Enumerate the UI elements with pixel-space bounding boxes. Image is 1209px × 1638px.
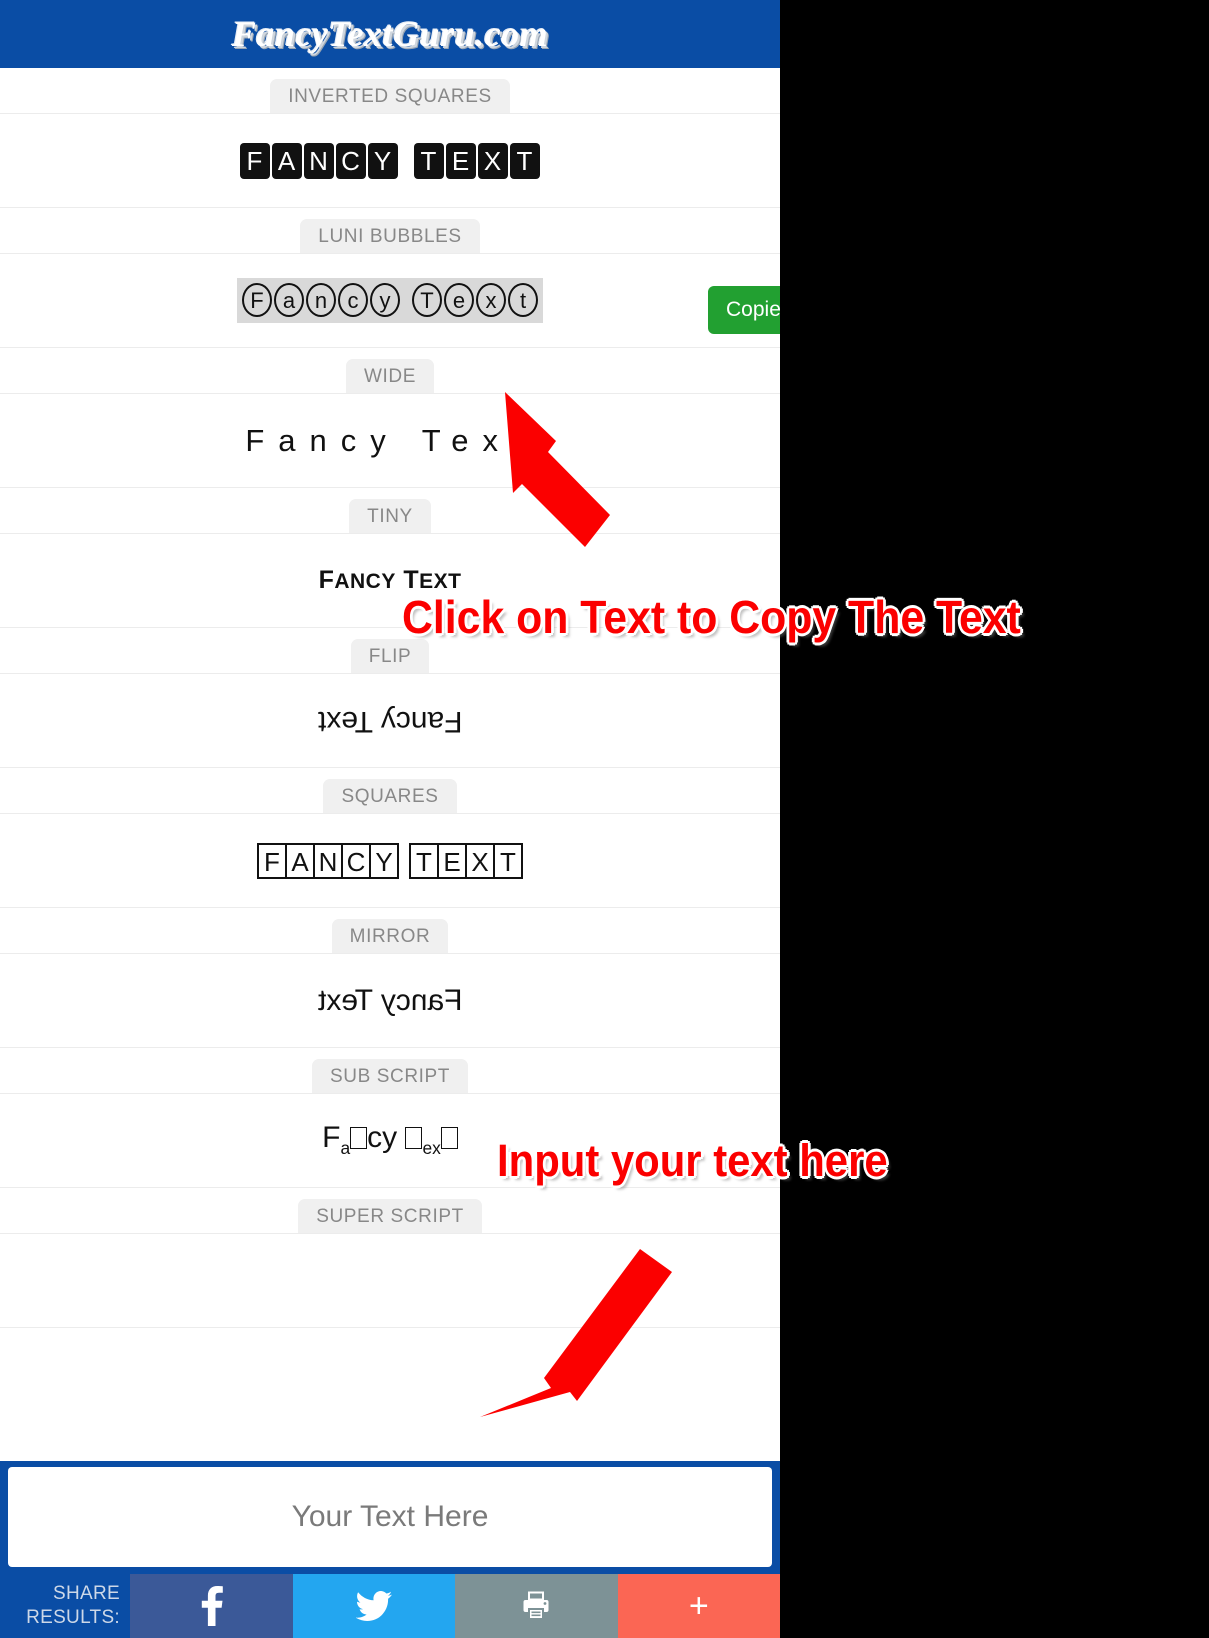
styles-list: INVERTED SQUARES FANCYTEXT LUNI BUBBLES … (0, 68, 780, 1328)
mirrored-text: Fancy Text (317, 983, 463, 1017)
style-sample-tiny[interactable]: FANCY TEXT (0, 533, 780, 628)
share-button-more[interactable]: + (617, 1574, 780, 1638)
style-block-squares: SQUARES FANCYTEXT (0, 768, 780, 908)
style-label-flip: FLIP (350, 639, 430, 673)
flipped-text: Fancy Text (317, 704, 463, 738)
twitter-icon (355, 1591, 392, 1621)
copied-toast: Copied (708, 286, 780, 334)
share-row: SHARE RESULTS: + (0, 1574, 780, 1638)
facebook-icon (198, 1586, 224, 1626)
style-label-row: LUNI BUBBLES (0, 208, 780, 253)
style-sample-wide[interactable]: Fancy Text (0, 393, 780, 488)
share-results-label: SHARE RESULTS: (0, 1574, 130, 1638)
style-label-wide: WIDE (345, 359, 434, 393)
text-input[interactable] (8, 1467, 772, 1567)
page-column: FancyTextGuru.com INVERTED SQUARES FANCY… (0, 0, 780, 1638)
style-block-sub-script: SUB SCRIPT Fa cy ex (0, 1048, 780, 1188)
share-label-line2: RESULTS: (26, 1607, 120, 1628)
share-button-twitter[interactable] (292, 1574, 455, 1638)
style-label-row: MIRROR (0, 908, 780, 953)
style-label-row: SUPER SCRIPT (0, 1188, 780, 1233)
share-button-print[interactable] (455, 1574, 618, 1638)
sample-text[interactable]: Fancy Text (245, 425, 534, 456)
style-label-row: INVERTED SQUARES (0, 68, 780, 113)
style-label-sub-script: SUB SCRIPT (311, 1059, 469, 1093)
style-label-squares: SQUARES (323, 779, 457, 813)
style-block-flip: FLIP Fancy Text (0, 628, 780, 768)
site-header: FancyTextGuru.com (0, 0, 780, 68)
style-sample-super-script[interactable] (0, 1233, 780, 1328)
sample-text[interactable]: Fancy Text (317, 704, 463, 738)
style-label-row: WIDE (0, 348, 780, 393)
sample-text[interactable]: FANCYTEXT (239, 142, 541, 179)
style-label-super-script: SUPER SCRIPT (298, 1199, 482, 1233)
style-label-mirror: MIRROR (331, 919, 449, 953)
style-block-wide: WIDE Fancy Text (0, 348, 780, 488)
style-sample-mirror[interactable]: Fancy Text (0, 953, 780, 1048)
style-block-inverted-squares: INVERTED SQUARES FANCYTEXT (0, 68, 780, 208)
style-label-inverted-squares: INVERTED SQUARES (270, 79, 510, 113)
style-sample-luni-bubbles[interactable]: FancyText (0, 253, 780, 348)
site-title: FancyTextGuru.com (231, 14, 549, 54)
sample-text[interactable]: FancyText (237, 278, 543, 323)
style-block-super-script: SUPER SCRIPT (0, 1188, 780, 1328)
style-label-row: FLIP (0, 628, 780, 673)
sample-text[interactable]: Fancy Text (317, 983, 463, 1017)
sample-text[interactable]: Fa cy ex (322, 1123, 458, 1157)
sample-text[interactable]: FANCY TEXT (319, 568, 462, 593)
style-label-tiny: TINY (349, 499, 431, 533)
share-button-facebook[interactable] (130, 1574, 293, 1638)
plus-icon: + (688, 1587, 709, 1625)
share-label-line1: SHARE (53, 1583, 120, 1605)
style-label-row: SUB SCRIPT (0, 1048, 780, 1093)
style-sample-inverted-squares[interactable]: FANCYTEXT (0, 113, 780, 208)
style-block-mirror: MIRROR Fancy Text (0, 908, 780, 1048)
style-sample-flip[interactable]: Fancy Text (0, 673, 780, 768)
style-label-luni-bubbles: LUNI BUBBLES (300, 219, 480, 253)
style-block-tiny: TINY FANCY TEXT (0, 488, 780, 628)
printer-icon (521, 1591, 551, 1621)
style-sample-sub-script[interactable]: Fa cy ex (0, 1093, 780, 1188)
sample-text[interactable]: FANCYTEXT (257, 842, 523, 879)
style-label-row: TINY (0, 488, 780, 533)
bottom-bar: SHARE RESULTS: (0, 1461, 780, 1638)
style-sample-squares[interactable]: FANCYTEXT (0, 813, 780, 908)
style-block-luni-bubbles: LUNI BUBBLES FancyText (0, 208, 780, 348)
style-label-row: SQUARES (0, 768, 780, 813)
